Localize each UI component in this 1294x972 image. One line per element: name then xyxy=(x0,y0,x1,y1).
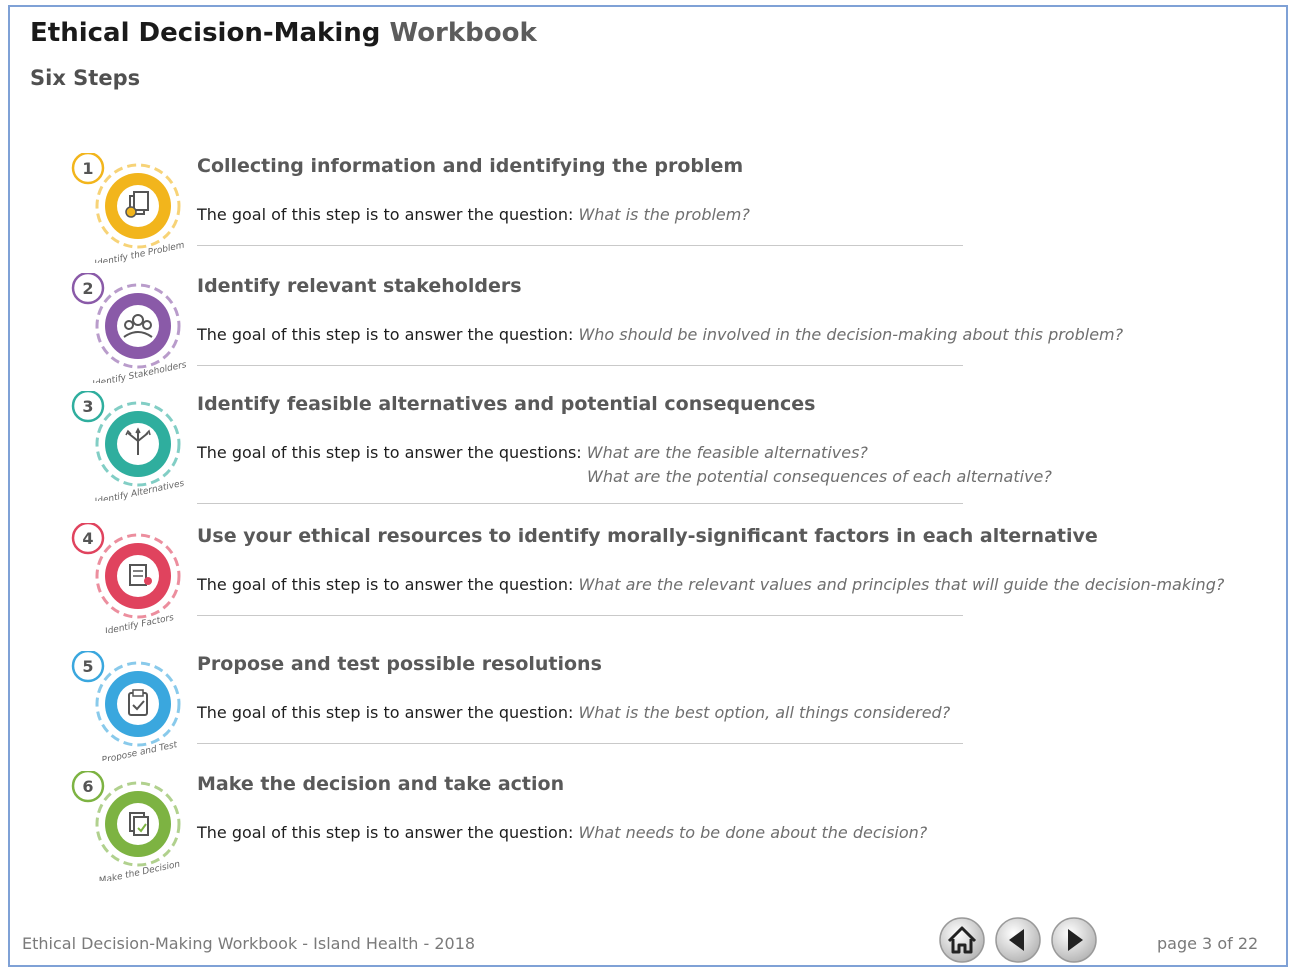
step-2-icon-label: Identify Stakeholders xyxy=(92,360,188,383)
step-1-question: What is the problem? xyxy=(578,205,750,224)
step-2-number: 2 xyxy=(82,279,93,298)
step-1-icon-label: Identify the Problem xyxy=(94,241,186,263)
step-6-badge: 6 Make the Decision xyxy=(71,771,181,881)
title-main: Ethical Decision-Making xyxy=(30,18,381,48)
step-4-question: What are the relevant values and princip… xyxy=(578,575,1225,594)
step-2-badge: 2 Identify Stakeholders xyxy=(71,273,188,383)
step-3-goal: The goal of this step is to answer the q… xyxy=(197,443,868,462)
step-1-goal: The goal of this step is to answer the q… xyxy=(197,205,750,224)
step-1-number: 1 xyxy=(82,159,93,178)
step-6-goal: The goal of this step is to answer the q… xyxy=(197,823,927,842)
step-6-icon-label: Make the Decision xyxy=(98,859,181,881)
step-2-divider xyxy=(197,365,963,366)
step-6-title: Make the decision and take action xyxy=(197,773,565,795)
title-sub: Workbook xyxy=(389,18,537,48)
step-3-icon-label: Identify Alternatives xyxy=(94,479,186,501)
step-3-goal-prefix: The goal of this step is to answer the q… xyxy=(197,443,587,462)
step-4: 4 Identify Factors Use your ethical reso… xyxy=(60,523,1260,633)
home-button[interactable] xyxy=(938,916,986,964)
step-5-divider xyxy=(197,743,963,744)
step-3-number: 3 xyxy=(82,397,93,416)
step-4-goal-prefix: The goal of this step is to answer the q… xyxy=(197,575,579,594)
step-1-divider xyxy=(197,245,963,246)
step-2-goal: The goal of this step is to answer the q… xyxy=(197,325,1123,344)
step-4-title: Use your ethical resources to identify m… xyxy=(197,525,1098,547)
previous-page-button[interactable] xyxy=(994,916,1042,964)
step-5-number: 5 xyxy=(82,657,93,676)
step-6: 6 Make the Decision Make the decision an… xyxy=(60,771,1260,881)
step-2: 2 Identify Stakeholders Identify relevan… xyxy=(60,273,1260,383)
step-5-title: Propose and test possible resolutions xyxy=(197,653,602,675)
page-title: Ethical Decision-Making Workbook xyxy=(30,18,537,48)
step-5-goal: The goal of this step is to answer the q… xyxy=(197,703,950,722)
step-1-goal-prefix: The goal of this step is to answer the q… xyxy=(197,205,579,224)
step-3-title: Identify feasible alternatives and poten… xyxy=(197,393,816,415)
step-1-title: Collecting information and identifying t… xyxy=(197,155,744,177)
step-4-goal: The goal of this step is to answer the q… xyxy=(197,575,1224,594)
step-5-question: What is the best option, all things cons… xyxy=(578,703,951,722)
step-4-badge: 4 Identify Factors xyxy=(71,523,181,633)
next-page-button[interactable] xyxy=(1050,916,1098,964)
step-6-goal-prefix: The goal of this step is to answer the q… xyxy=(197,823,579,842)
step-3-divider xyxy=(197,503,963,504)
step-1-badge: 1 Identify the Problem xyxy=(71,153,186,263)
step-3-question-2: What are the potential consequences of e… xyxy=(587,467,1052,486)
page-number: page 3 of 22 xyxy=(1157,934,1259,953)
step-5: 5 Propose and Test Propose and test poss… xyxy=(60,651,1260,761)
step-6-number: 6 xyxy=(82,777,93,796)
page-subtitle: Six Steps xyxy=(30,66,141,90)
step-4-divider xyxy=(197,615,963,616)
step-5-goal-prefix: The goal of this step is to answer the q… xyxy=(197,703,579,722)
step-6-question: What needs to be done about the decision… xyxy=(578,823,928,842)
step-2-question: Who should be involved in the decision-m… xyxy=(578,325,1124,344)
step-3: 3 Identify Alternatives Identify feasibl… xyxy=(60,391,1260,504)
step-3-question: What are the feasible alternatives? xyxy=(586,443,868,462)
step-2-title: Identify relevant stakeholders xyxy=(197,275,522,297)
step-4-number: 4 xyxy=(82,529,93,548)
puzzle-pages-icon xyxy=(125,191,149,218)
step-5-icon-label: Propose and Test xyxy=(101,740,179,761)
footer-text: Ethical Decision-Making Workbook - Islan… xyxy=(22,934,476,953)
step-3-badge: 3 Identify Alternatives xyxy=(71,391,186,501)
step-2-goal-prefix: The goal of this step is to answer the q… xyxy=(197,325,579,344)
step-5-badge: 5 Propose and Test xyxy=(71,651,181,761)
step-1: 1 Identify the Problem Collecting inform… xyxy=(60,153,1260,263)
